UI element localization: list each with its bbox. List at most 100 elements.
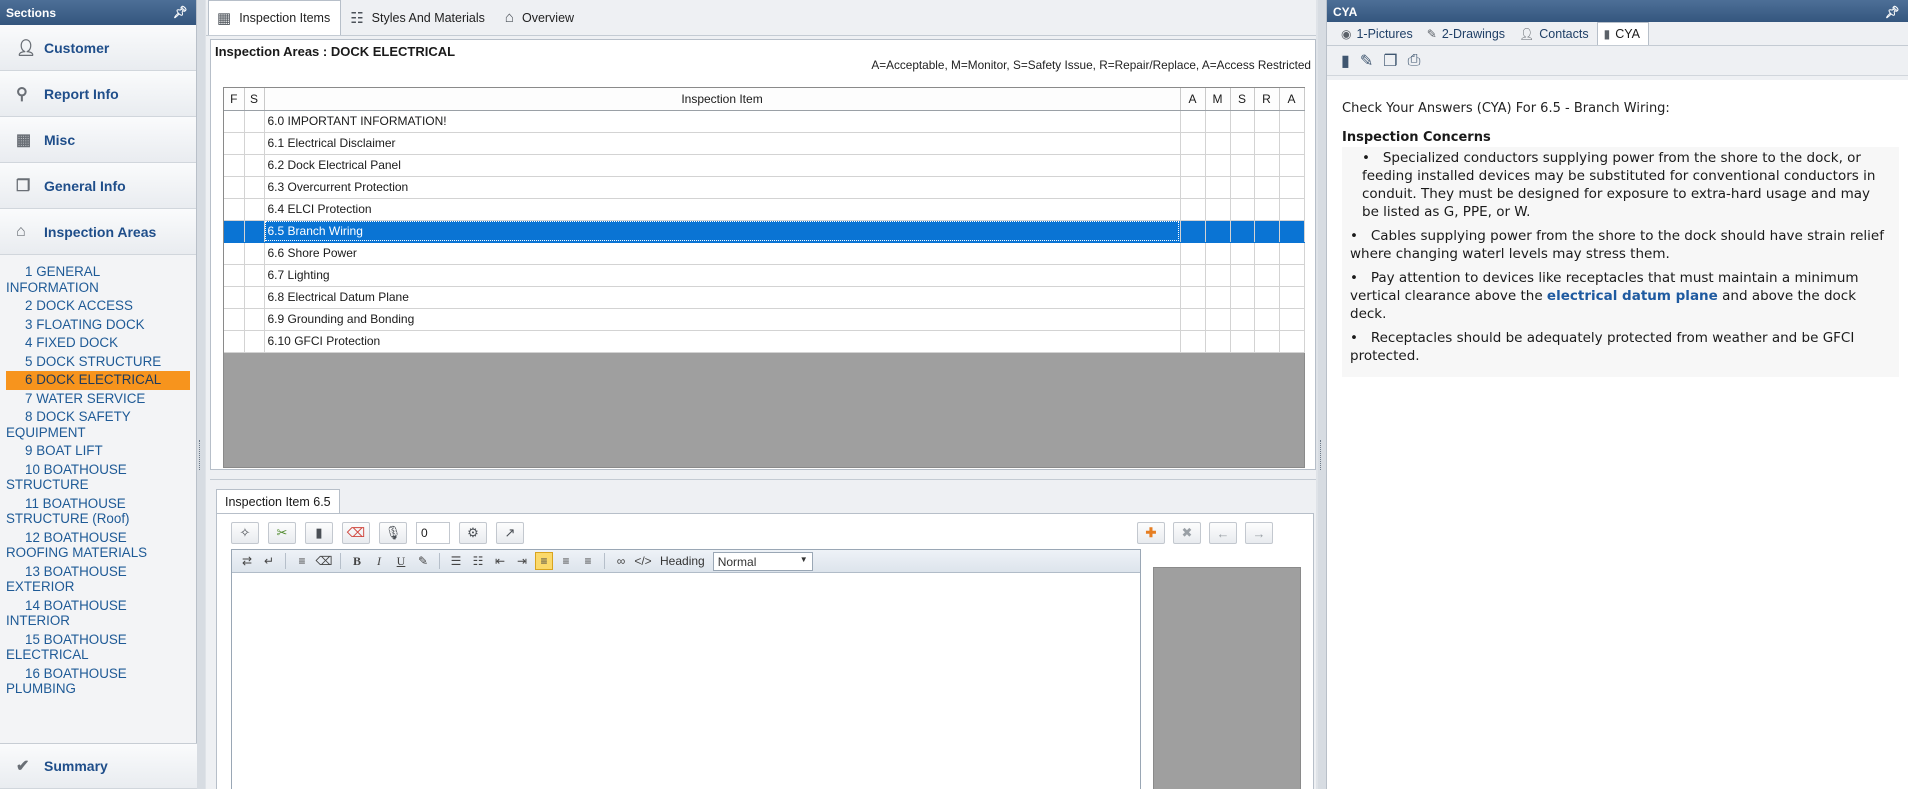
area-item-3[interactable]: 3 FLOATING DOCK: [6, 316, 190, 335]
rating-cell[interactable]: [1205, 286, 1231, 309]
section-button-inspection-areas[interactable]: ⌂ Inspection Areas: [0, 209, 196, 255]
rating-cell[interactable]: [1180, 198, 1206, 221]
rating-cell[interactable]: [1230, 286, 1255, 309]
rating-cell[interactable]: [1279, 220, 1305, 243]
rating-cell[interactable]: [1230, 308, 1255, 331]
rating-cell[interactable]: [1254, 264, 1280, 287]
section-button-general-info[interactable]: ❐ General Info: [0, 163, 196, 209]
rating-cell[interactable]: [1230, 330, 1255, 353]
column-header-m[interactable]: M: [1205, 88, 1231, 111]
section-button-summary[interactable]: ✔ Summary: [0, 743, 197, 789]
underline-icon[interactable]: U: [392, 552, 410, 570]
count-field[interactable]: 0: [416, 522, 450, 544]
align-right-icon[interactable]: ≡: [579, 552, 597, 570]
bullet-list-icon[interactable]: ☷: [469, 552, 487, 570]
item-name-cell[interactable]: 6.3 Overcurrent Protection: [264, 176, 1181, 199]
section-button-misc[interactable]: ▦ Misc: [0, 117, 196, 163]
tab-styles-and-materials[interactable]: ☷ Styles And Materials: [341, 0, 496, 35]
microphone-button[interactable]: 🎙︎: [379, 522, 407, 544]
align-center-icon[interactable]: ≡: [557, 552, 575, 570]
bold-icon[interactable]: B: [348, 552, 366, 570]
item-name-cell[interactable]: 6.2 Dock Electrical Panel: [264, 154, 1181, 177]
numbered-list-icon[interactable]: ☰: [447, 552, 465, 570]
rating-cell[interactable]: [1279, 132, 1305, 155]
add-button[interactable]: ✚: [1137, 522, 1165, 544]
area-item-1[interactable]: 1 GENERAL INFORMATION: [6, 263, 190, 297]
rating-cell[interactable]: [1279, 176, 1305, 199]
section-button-customer[interactable]: 👤︎ Customer: [0, 25, 196, 71]
item-name-cell[interactable]: 6.1 Electrical Disclaimer: [264, 132, 1181, 155]
item-name-cell[interactable]: 6.6 Shore Power: [264, 242, 1181, 265]
popout-button[interactable]: ↗: [496, 522, 524, 544]
rating-cell[interactable]: [1279, 154, 1305, 177]
delete-button[interactable]: ✖: [1173, 522, 1201, 544]
area-item-2[interactable]: 2 DOCK ACCESS: [6, 297, 190, 316]
column-header-a2[interactable]: A: [1279, 88, 1305, 111]
cell-s[interactable]: [244, 308, 265, 331]
rating-cell[interactable]: [1279, 110, 1305, 133]
area-item-16[interactable]: 16 BOATHOUSE PLUMBING: [6, 665, 190, 699]
copy-icon[interactable]: ❐: [1383, 51, 1397, 71]
cell-f[interactable]: [224, 286, 245, 309]
table-row[interactable]: 6.8 Electrical Datum Plane: [224, 286, 1305, 309]
cell-s[interactable]: [244, 286, 265, 309]
rating-cell[interactable]: [1254, 198, 1280, 221]
area-item-11[interactable]: 11 BOATHOUSE STRUCTURE (Roof): [6, 495, 190, 529]
italic-icon[interactable]: I: [370, 552, 388, 570]
column-header-a[interactable]: A: [1180, 88, 1206, 111]
cell-s[interactable]: [244, 242, 265, 265]
edit-tools-button[interactable]: ✂: [268, 522, 296, 544]
rating-cell[interactable]: [1205, 330, 1231, 353]
column-header-s[interactable]: S: [244, 88, 265, 111]
tab-inspection-items[interactable]: ▦ Inspection Items: [208, 0, 342, 35]
left-splitter[interactable]: [197, 0, 205, 789]
previous-button[interactable]: ←: [1209, 522, 1237, 544]
table-row[interactable]: 6.10 GFCI Protection: [224, 330, 1305, 353]
tab-contacts[interactable]: 👤︎ Contacts: [1513, 22, 1597, 45]
return-icon[interactable]: ↵: [260, 552, 278, 570]
cell-s[interactable]: [244, 220, 265, 243]
cell-f[interactable]: [224, 198, 245, 221]
rating-cell[interactable]: [1254, 132, 1280, 155]
cell-f[interactable]: [224, 264, 245, 287]
settings-button[interactable]: ⚙: [459, 522, 487, 544]
rating-cell[interactable]: [1279, 308, 1305, 331]
align-left-icon[interactable]: ≡: [535, 552, 553, 570]
rating-cell[interactable]: [1254, 220, 1280, 243]
table-row[interactable]: 6.9 Grounding and Bonding: [224, 308, 1305, 331]
rating-cell[interactable]: [1180, 110, 1206, 133]
rating-cell[interactable]: [1254, 242, 1280, 265]
rating-cell[interactable]: [1205, 308, 1231, 331]
rating-cell[interactable]: [1279, 264, 1305, 287]
rating-cell[interactable]: [1254, 176, 1280, 199]
book-icon[interactable]: ▮: [1341, 51, 1350, 71]
cell-f[interactable]: [224, 176, 245, 199]
rating-cell[interactable]: [1230, 154, 1255, 177]
cell-s[interactable]: [244, 154, 265, 177]
tab-overview[interactable]: ⌂ Overview: [496, 0, 585, 35]
area-item-8[interactable]: 8 DOCK SAFETY EQUIPMENT: [6, 408, 190, 442]
area-item-15[interactable]: 15 BOATHOUSE ELECTRICAL: [6, 631, 190, 665]
column-header-r[interactable]: R: [1254, 88, 1280, 111]
column-header-s2[interactable]: S: [1230, 88, 1255, 111]
rating-cell[interactable]: [1254, 308, 1280, 331]
rating-cell[interactable]: [1180, 132, 1206, 155]
rating-cell[interactable]: [1180, 242, 1206, 265]
area-item-13[interactable]: 13 BOATHOUSE EXTERIOR: [6, 563, 190, 597]
rating-cell[interactable]: [1230, 242, 1255, 265]
item-name-cell[interactable]: 6.8 Electrical Datum Plane: [264, 286, 1181, 309]
cell-s[interactable]: [244, 330, 265, 353]
book-button[interactable]: ▮: [305, 522, 333, 544]
table-row[interactable]: 6.3 Overcurrent Protection: [224, 176, 1305, 199]
cell-s[interactable]: [244, 132, 265, 155]
heading-select[interactable]: Normal ▼: [712, 551, 813, 571]
area-item-12[interactable]: 12 BOATHOUSE ROOFING MATERIALS: [6, 529, 190, 563]
right-splitter[interactable]: [1318, 0, 1326, 789]
rating-cell[interactable]: [1254, 154, 1280, 177]
item-name-cell[interactable]: 6.10 GFCI Protection: [264, 330, 1181, 353]
cell-f[interactable]: [224, 154, 245, 177]
cell-f[interactable]: [224, 242, 245, 265]
rating-cell[interactable]: [1205, 220, 1231, 243]
rating-cell[interactable]: [1205, 176, 1231, 199]
clear-format-icon[interactable]: ⌫: [315, 552, 333, 570]
